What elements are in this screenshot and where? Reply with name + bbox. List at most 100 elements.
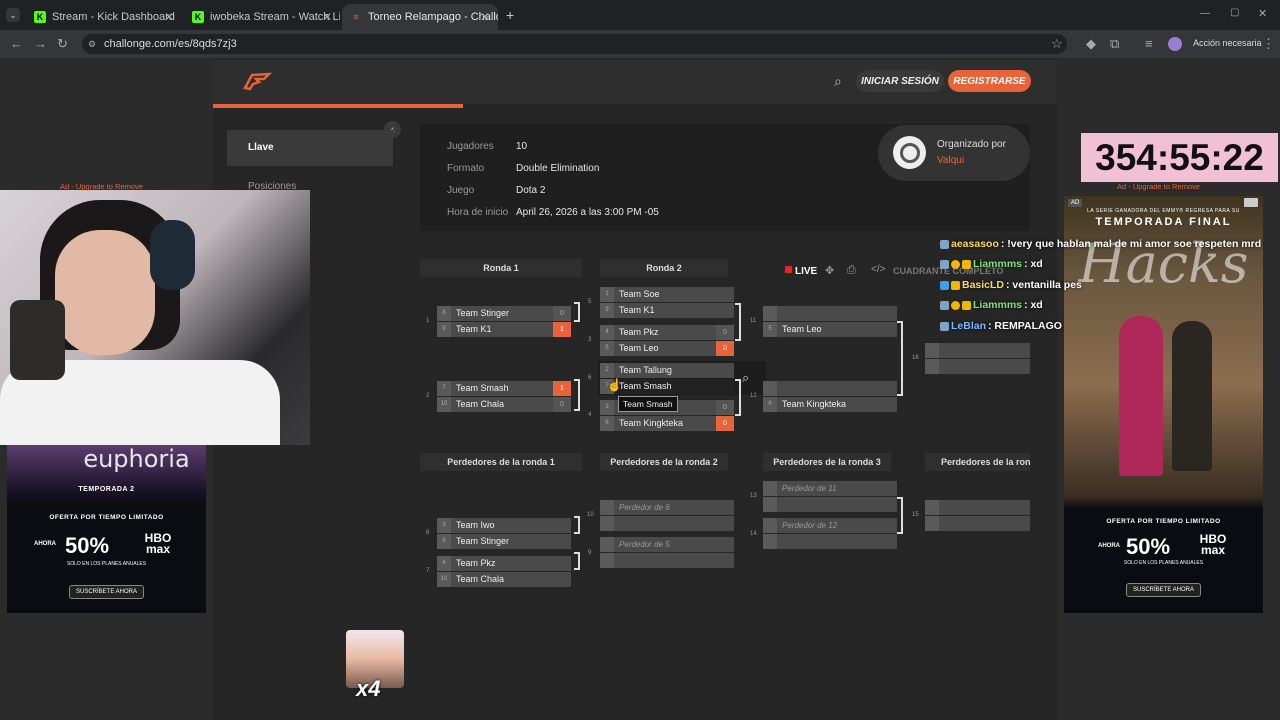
bracket-connector (735, 303, 741, 341)
ad-notice-left[interactable]: Ad - Upgrade to Remove (60, 182, 143, 191)
match-slot: 10 Team Chala 0 (437, 397, 571, 412)
round-header: Perdedores de la ronda 2 (600, 453, 728, 471)
extension-icon[interactable]: ◆ (1086, 36, 1096, 52)
match-w1[interactable]: 8 Team Stinger 0 9 Team K1 1 (437, 306, 571, 338)
crown-badge-icon (951, 280, 960, 290)
profile-action-text[interactable]: Acción necesaria (1193, 38, 1262, 48)
sidebar-item-llave[interactable]: Llave (227, 130, 393, 166)
seed (600, 500, 614, 515)
move-icon[interactable]: ✥ (825, 264, 834, 277)
menu-dots-icon[interactable]: ⋮ (1262, 36, 1275, 52)
team-name: Team Pkz (619, 327, 659, 337)
score: 1 (553, 322, 571, 337)
match-slot (763, 497, 897, 512)
chat-badge-icon (951, 300, 960, 310)
placeholder-name: Perdedor de 12 (782, 521, 838, 530)
tab-label: iwobeka Stream - Watch Live o (210, 11, 340, 23)
match-w2[interactable]: 7 Team Smash 1 10 Team Chala 0 (437, 381, 571, 413)
profile-avatar[interactable] (1168, 37, 1182, 51)
ad-percent: 50% (65, 533, 110, 558)
close-window-icon[interactable]: ✕ (1258, 7, 1267, 20)
match-slot: 9 Team K1 (600, 303, 734, 318)
new-tab-icon[interactable]: + (506, 7, 514, 23)
match-w12[interactable]: 6 Team Kingkteka (763, 381, 897, 413)
bracket-connector (574, 379, 580, 411)
ad-ahora: AHORA (1098, 543, 1120, 549)
back-icon[interactable]: ← (10, 36, 23, 51)
tab-kick-watch[interactable]: K iwobeka Stream - Watch Live o ✕ (184, 4, 340, 30)
bookmark-star-icon[interactable]: ☆ (1051, 36, 1063, 52)
match-l13[interactable]: Perdedor de 11 (763, 481, 897, 513)
print-icon[interactable]: ⎙ (847, 264, 856, 277)
ad-brand-logo: HBO max (144, 531, 172, 556)
match-l9[interactable]: Perdedor de 5 (600, 537, 734, 569)
match-w16[interactable] (925, 343, 1030, 375)
tab-challonge[interactable]: ≈ Torneo Relampago - Challonge ✕ (342, 4, 498, 30)
challonge-logo[interactable] (242, 70, 273, 92)
match-l8[interactable]: 3 Team Iwo 8 Team Stinger (437, 518, 571, 550)
tab-search-icon[interactable]: ⌄ (6, 8, 20, 22)
media-icon[interactable]: ≡ (1145, 36, 1153, 51)
match-slot: 6 Team Kingkteka (763, 397, 897, 412)
embed-code-icon[interactable]: </> (871, 264, 885, 275)
match-slot (763, 534, 897, 549)
team-name: Team Iwo (456, 520, 495, 530)
team-name: Team Chala (456, 574, 505, 584)
score: 0 (716, 400, 734, 415)
match-slot: 2 Team Tallung (600, 363, 734, 378)
bracket-connector (574, 302, 580, 322)
chat-badge-icon (940, 280, 949, 290)
puzzle-icon[interactable]: ⧉ (1110, 36, 1119, 52)
seed (925, 359, 939, 374)
close-tab-icon[interactable]: ✕ (322, 10, 332, 24)
match-l14[interactable]: Perdedor de 12 (763, 518, 897, 550)
maximize-icon[interactable]: ▢ (1230, 7, 1239, 18)
tab-label: Stream - Kick Dashboard (52, 11, 175, 23)
url-input[interactable]: ⚙ challonge.com/es/8qds7zj3 (82, 34, 1067, 54)
tab-kick-dashboard[interactable]: K Stream - Kick Dashboard ✕ (26, 4, 182, 30)
seed: 10 (437, 572, 451, 587)
match-w3[interactable]: 4 Team Pkz 0 5 Team Leo 0 (600, 325, 734, 357)
ad-banner-left[interactable]: euphoria TEMPORADA 2 OFERTA POR TIEMPO L… (7, 445, 206, 613)
ad-sub: SOLO EN LOS PLANES ANUALES (66, 561, 147, 567)
login-button[interactable]: INICIAR SESIÓN (856, 70, 944, 92)
minimize-icon[interactable]: — (1200, 8, 1210, 19)
seed: 4 (600, 325, 614, 340)
match-l10[interactable]: Perdedor de 6 (600, 500, 734, 532)
live-label: LIVE (795, 266, 818, 277)
forward-icon[interactable]: → (34, 36, 47, 51)
ad-season: TEMPORADA FINAL (1095, 216, 1232, 228)
seed: 1 (600, 287, 614, 302)
register-button[interactable]: REGISTRARSE (948, 70, 1031, 92)
chat-username: Liammms (973, 258, 1023, 270)
match-slot (763, 306, 897, 321)
close-tab-icon[interactable]: ✕ (480, 10, 490, 24)
round-header: Ronda 1 (420, 259, 582, 277)
seed (925, 500, 939, 515)
ad-offer: OFERTA POR TIEMPO LIMITADO (49, 514, 164, 521)
ad-cta-button[interactable]: SUSCRÍBETE AHORA (1125, 583, 1201, 597)
chat-badge-icon (940, 259, 949, 269)
match-slot (925, 500, 1030, 515)
team-name: Team Kingkteka (782, 399, 847, 409)
ad-choices-icon[interactable] (1244, 198, 1258, 207)
organizer-link[interactable]: Valqui (937, 155, 964, 166)
match-l7[interactable]: 4 Team Pkz 10 Team Chala (437, 556, 571, 588)
match-w5[interactable]: 1 Team Soe 9 Team K1 (600, 287, 734, 319)
match-slot: 1 Team Soe (600, 287, 734, 302)
ad-notice-right[interactable]: Ad - Upgrade to Remove (1117, 182, 1200, 191)
score: 0 (716, 416, 734, 431)
match-slot: 5 Team Leo (763, 322, 897, 337)
ad-cta-button[interactable]: SUSCRÍBETE AHORA (68, 585, 144, 599)
close-tab-icon[interactable]: ✕ (164, 10, 174, 24)
chat-message: BasicLD: ventanilla pes (940, 279, 1082, 291)
info-value: April 26, 2026 a las 3:00 PM -05 (516, 207, 659, 218)
site-info-icon[interactable]: ⚙ (88, 34, 96, 54)
reload-icon[interactable]: ↻ (57, 36, 68, 52)
ad-banner-right[interactable]: AD LA SERIE GANADORA DEL EMMY® REGRESA P… (1064, 196, 1263, 613)
match-l15[interactable] (925, 500, 1030, 532)
match-details-search-icon[interactable]: ⌕ (742, 370, 749, 386)
search-icon[interactable]: ⌕ (834, 73, 842, 90)
seed: 6 (600, 416, 614, 431)
match-w11[interactable]: 5 Team Leo (763, 306, 897, 338)
